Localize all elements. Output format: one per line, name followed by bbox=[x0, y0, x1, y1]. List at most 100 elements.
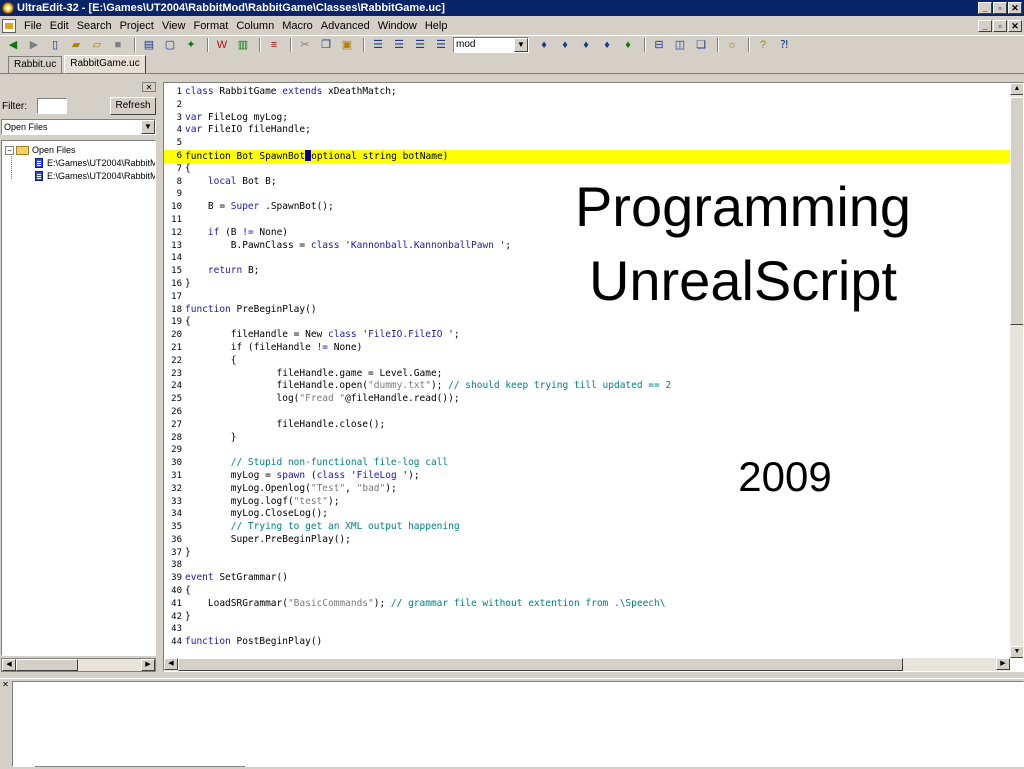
find-icon[interactable]: ♦ bbox=[535, 37, 553, 53]
menu-file[interactable]: File bbox=[20, 20, 46, 32]
editor-horizontal-scrollbar[interactable]: ◀ ▶ bbox=[164, 658, 1010, 671]
menu-window[interactable]: Window bbox=[374, 20, 421, 32]
code-line[interactable]: 6 function Bot SpawnBot optional string bo… bbox=[164, 149, 1010, 163]
code-line[interactable]: 37} bbox=[164, 547, 1010, 560]
code-line[interactable]: 24 fileHandle.open("dummy.txt"); // shou… bbox=[164, 380, 1010, 393]
find-prev-icon[interactable]: ♦ bbox=[577, 37, 595, 53]
pane-close-icon[interactable]: ✕ bbox=[142, 82, 156, 92]
help-icon[interactable]: ? bbox=[754, 37, 772, 53]
ruler-icon[interactable]: ≡ bbox=[265, 37, 283, 53]
find-in-files-icon[interactable]: ♦ bbox=[619, 37, 637, 53]
scroll-thumb[interactable] bbox=[1010, 97, 1023, 325]
paste-icon[interactable]: ▣ bbox=[338, 37, 356, 53]
menu-macro[interactable]: Macro bbox=[278, 20, 317, 32]
filter-input[interactable] bbox=[37, 98, 67, 114]
menu-advanced[interactable]: Advanced bbox=[317, 20, 374, 32]
forward-arrow-icon[interactable]: ▶ bbox=[25, 37, 43, 53]
menu-project[interactable]: Project bbox=[116, 20, 158, 32]
menu-column[interactable]: Column bbox=[232, 20, 278, 32]
ftp-icon[interactable]: ☼ bbox=[723, 37, 741, 53]
save-icon[interactable]: ■ bbox=[109, 37, 127, 53]
replace-icon[interactable]: ♦ bbox=[598, 37, 616, 53]
code-line[interactable]: 32 myLog.Openlog("Test", "bad"); bbox=[164, 483, 1010, 496]
scroll-thumb[interactable] bbox=[178, 658, 903, 671]
code-line[interactable]: 34 myLog.CloseLog(); bbox=[164, 508, 1010, 521]
code-line[interactable]: 33 myLog.logf("test"); bbox=[164, 496, 1010, 509]
print-preview-icon[interactable]: ▢ bbox=[161, 37, 179, 53]
tree-file-item[interactable]: E:\Games\UT2004\RabbitM bbox=[35, 157, 155, 169]
chevron-down-icon[interactable]: ▼ bbox=[514, 37, 528, 52]
refresh-button[interactable]: Refresh bbox=[110, 97, 156, 115]
doc-close-button[interactable]: ✕ bbox=[1008, 20, 1022, 32]
code-line[interactable]: 22 { bbox=[164, 355, 1010, 368]
code-line[interactable]: 44 function PostBeginPlay() bbox=[164, 636, 1010, 649]
tree-file-item[interactable]: E:\Games\UT2004\RabbitM bbox=[35, 170, 155, 182]
minimize-button[interactable]: _ bbox=[978, 2, 992, 14]
code-line[interactable]: 41 LoadSRGrammar("BasicCommands"); // gr… bbox=[164, 598, 1010, 611]
code-line[interactable]: 39 event SetGrammar() bbox=[164, 572, 1010, 585]
tree-root[interactable]: − Open Files bbox=[5, 144, 76, 156]
code-line[interactable]: 25 log("Fread "@fileHandle.read()); bbox=[164, 393, 1010, 406]
code-line[interactable]: 3 var FileLog myLog; bbox=[164, 112, 1010, 125]
tree-horizontal-scrollbar[interactable]: ◀ ▶ bbox=[1, 658, 156, 672]
code-line[interactable]: 26 bbox=[164, 406, 1010, 419]
search-combo[interactable]: mod ▼ bbox=[453, 36, 529, 53]
align-center-icon[interactable]: ☰ bbox=[390, 37, 408, 53]
open-folder-icon[interactable]: ▰ bbox=[67, 37, 85, 53]
hex-mode-icon[interactable]: ▥ bbox=[234, 37, 252, 53]
scroll-left-icon[interactable]: ◀ bbox=[2, 659, 16, 671]
split-horizontal-icon[interactable]: ⊟ bbox=[650, 37, 668, 53]
scroll-up-icon[interactable]: ▲ bbox=[1010, 83, 1023, 95]
back-arrow-icon[interactable]: ◀ bbox=[4, 37, 22, 53]
code-line[interactable]: 29 bbox=[164, 444, 1010, 457]
menu-view[interactable]: View bbox=[158, 20, 190, 32]
tab-rabbit-uc[interactable]: Rabbit.uc bbox=[8, 56, 63, 73]
code-line[interactable]: 38 bbox=[164, 559, 1010, 572]
code-line[interactable]: 30 // Stupid non-functional file-log cal… bbox=[164, 457, 1010, 470]
scroll-left-icon[interactable]: ◀ bbox=[164, 658, 178, 670]
doc-restore-button[interactable]: ▫ bbox=[993, 20, 1007, 32]
tab-rabbitgame-uc[interactable]: RabbitGame.uc bbox=[64, 55, 146, 73]
code-line[interactable]: 19{ bbox=[164, 316, 1010, 329]
align-right-icon[interactable]: ☰ bbox=[411, 37, 429, 53]
code-line[interactable]: 43 bbox=[164, 623, 1010, 636]
cut-icon[interactable]: ✂ bbox=[296, 37, 314, 53]
code-line[interactable]: 42} bbox=[164, 611, 1010, 624]
scroll-thumb[interactable] bbox=[16, 659, 78, 671]
menu-format[interactable]: Format bbox=[189, 20, 232, 32]
menu-help[interactable]: Help bbox=[421, 20, 452, 32]
close-button[interactable]: ✕ bbox=[1008, 2, 1022, 14]
code-line[interactable]: 23 fileHandle.game = Level.Game; bbox=[164, 368, 1010, 381]
web-icon[interactable]: ✦ bbox=[182, 37, 200, 53]
code-line[interactable]: 27 fileHandle.close(); bbox=[164, 419, 1010, 432]
word-wrap-icon[interactable]: W bbox=[213, 37, 231, 53]
justify-icon[interactable]: ☰ bbox=[432, 37, 450, 53]
output-close-icon[interactable]: ✕ bbox=[1, 681, 10, 690]
code-line[interactable]: 40{ bbox=[164, 585, 1010, 598]
view-select[interactable]: Open Files ▼ bbox=[1, 119, 156, 135]
scroll-right-icon[interactable]: ▶ bbox=[141, 659, 155, 671]
code-line[interactable]: 20 fileHandle = New class 'FileIO.FileIO… bbox=[164, 329, 1010, 342]
copy-icon[interactable]: ❐ bbox=[317, 37, 335, 53]
scroll-down-icon[interactable]: ▼ bbox=[1010, 646, 1023, 658]
context-help-icon[interactable]: ⁈ bbox=[775, 37, 793, 53]
new-file-icon[interactable]: ▯ bbox=[46, 37, 64, 53]
code-line[interactable]: 31 myLog = spawn (class 'FileLog '); bbox=[164, 470, 1010, 483]
collapse-icon[interactable]: − bbox=[5, 145, 14, 155]
doc-minimize-button[interactable]: _ bbox=[978, 20, 992, 32]
code-line[interactable]: 4 var FileIO fileHandle; bbox=[164, 124, 1010, 137]
split-vertical-icon[interactable]: ◫ bbox=[671, 37, 689, 53]
menu-search[interactable]: Search bbox=[73, 20, 116, 32]
code-line[interactable]: 2 bbox=[164, 99, 1010, 112]
print-icon[interactable]: ▤ bbox=[140, 37, 158, 53]
code-line[interactable]: 28 } bbox=[164, 432, 1010, 445]
output-window[interactable] bbox=[12, 681, 1024, 767]
code-line[interactable]: 21 if (fileHandle != None) bbox=[164, 342, 1010, 355]
scroll-right-icon[interactable]: ▶ bbox=[996, 658, 1010, 670]
chevron-down-icon[interactable]: ▼ bbox=[141, 120, 155, 134]
cascade-icon[interactable]: ❏ bbox=[692, 37, 710, 53]
align-left-icon[interactable]: ☰ bbox=[369, 37, 387, 53]
code-line[interactable]: 36 Super.PreBeginPlay(); bbox=[164, 534, 1010, 547]
editor-vertical-scrollbar[interactable]: ▲ ▼ bbox=[1010, 83, 1023, 658]
restore-button[interactable]: ▫ bbox=[993, 2, 1007, 14]
